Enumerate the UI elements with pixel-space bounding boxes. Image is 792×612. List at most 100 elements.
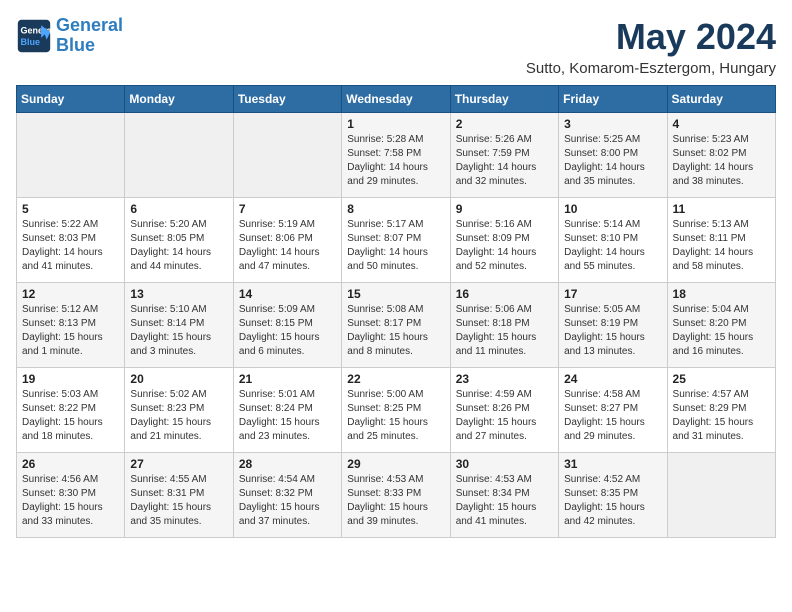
day-info: Sunrise: 4:53 AMSunset: 8:34 PMDaylight:… bbox=[456, 473, 553, 529]
calendar-week-row: 19 Sunrise: 5:03 AMSunset: 8:22 PMDayligh… bbox=[17, 368, 776, 453]
calendar-cell: 22 Sunrise: 5:00 AMSunset: 8:25 PMDayligh… bbox=[342, 368, 450, 453]
day-info: Sunrise: 5:22 AMSunset: 8:03 PMDaylight:… bbox=[22, 218, 119, 274]
day-number: 11 bbox=[673, 202, 770, 216]
title-block: May 2024 Sutto, Komarom-Esztergom, Hunga… bbox=[526, 16, 776, 77]
day-info: Sunrise: 5:14 AMSunset: 8:10 PMDaylight:… bbox=[564, 218, 661, 274]
calendar-week-row: 5 Sunrise: 5:22 AMSunset: 8:03 PMDaylight… bbox=[17, 198, 776, 283]
calendar-cell: 8 Sunrise: 5:17 AMSunset: 8:07 PMDaylight… bbox=[342, 198, 450, 283]
day-info: Sunrise: 5:00 AMSunset: 8:25 PMDaylight:… bbox=[347, 388, 444, 444]
logo: General Blue General Blue bbox=[16, 16, 123, 56]
day-number: 12 bbox=[22, 287, 119, 301]
day-info: Sunrise: 5:28 AMSunset: 7:58 PMDaylight:… bbox=[347, 133, 444, 189]
calendar-cell: 24 Sunrise: 4:58 AMSunset: 8:27 PMDayligh… bbox=[559, 368, 667, 453]
day-number: 6 bbox=[130, 202, 227, 216]
day-number: 9 bbox=[456, 202, 553, 216]
calendar-table: SundayMondayTuesdayWednesdayThursdayFrid… bbox=[16, 85, 776, 538]
day-number: 19 bbox=[22, 372, 119, 386]
day-number: 23 bbox=[456, 372, 553, 386]
calendar-cell bbox=[233, 113, 341, 198]
day-number: 29 bbox=[347, 457, 444, 471]
day-number: 25 bbox=[673, 372, 770, 386]
calendar-cell: 30 Sunrise: 4:53 AMSunset: 8:34 PMDayligh… bbox=[450, 453, 558, 538]
calendar-cell: 14Sunrise: 5:09 AMSunset: 8:15 PMDayligh… bbox=[233, 283, 341, 368]
day-number: 13 bbox=[130, 287, 227, 301]
weekday-header: Thursday bbox=[450, 86, 558, 113]
day-info: Sunrise: 5:19 AMSunset: 8:06 PMDaylight:… bbox=[239, 218, 336, 274]
day-info: Sunrise: 4:52 AMSunset: 8:35 PMDaylight:… bbox=[564, 473, 661, 529]
day-info: Sunrise: 5:03 AMSunset: 8:22 PMDaylight:… bbox=[22, 388, 119, 444]
day-number: 4 bbox=[673, 117, 770, 131]
day-info: Sunrise: 5:06 AMSunset: 8:18 PMDaylight:… bbox=[456, 303, 553, 359]
calendar-cell: 21 Sunrise: 5:01 AMSunset: 8:24 PMDayligh… bbox=[233, 368, 341, 453]
day-info: Sunrise: 5:02 AMSunset: 8:23 PMDaylight:… bbox=[130, 388, 227, 444]
day-number: 18 bbox=[673, 287, 770, 301]
calendar-cell: 18 Sunrise: 5:04 AMSunset: 8:20 PMDayligh… bbox=[667, 283, 775, 368]
calendar-week-row: 1 Sunrise: 5:28 AMSunset: 7:58 PMDaylight… bbox=[17, 113, 776, 198]
day-info: Sunrise: 5:01 AMSunset: 8:24 PMDaylight:… bbox=[239, 388, 336, 444]
day-info: Sunrise: 4:53 AMSunset: 8:33 PMDaylight:… bbox=[347, 473, 444, 529]
day-number: 27 bbox=[130, 457, 227, 471]
svg-text:Blue: Blue bbox=[21, 37, 41, 47]
calendar-cell: 3 Sunrise: 5:25 AMSunset: 8:00 PMDaylight… bbox=[559, 113, 667, 198]
day-info: Sunrise: 5:20 AMSunset: 8:05 PMDaylight:… bbox=[130, 218, 227, 274]
day-number: 22 bbox=[347, 372, 444, 386]
day-number: 21 bbox=[239, 372, 336, 386]
day-number: 14 bbox=[239, 287, 336, 301]
weekday-header: Sunday bbox=[17, 86, 125, 113]
calendar-cell: 28 Sunrise: 4:54 AMSunset: 8:32 PMDayligh… bbox=[233, 453, 341, 538]
day-info: Sunrise: 5:12 AMSunset: 8:13 PMDaylight:… bbox=[22, 303, 119, 359]
day-number: 2 bbox=[456, 117, 553, 131]
weekday-header: Tuesday bbox=[233, 86, 341, 113]
calendar-cell: 16 Sunrise: 5:06 AMSunset: 8:18 PMDayligh… bbox=[450, 283, 558, 368]
day-number: 30 bbox=[456, 457, 553, 471]
calendar-cell bbox=[125, 113, 233, 198]
calendar-week-row: 26 Sunrise: 4:56 AMSunset: 8:30 PMDayligh… bbox=[17, 453, 776, 538]
calendar-cell: 23 Sunrise: 4:59 AMSunset: 8:26 PMDayligh… bbox=[450, 368, 558, 453]
calendar-cell: 27 Sunrise: 4:55 AMSunset: 8:31 PMDayligh… bbox=[125, 453, 233, 538]
calendar-cell: 6 Sunrise: 5:20 AMSunset: 8:05 PMDaylight… bbox=[125, 198, 233, 283]
calendar-cell: 12 Sunrise: 5:12 AMSunset: 8:13 PMDayligh… bbox=[17, 283, 125, 368]
calendar-cell bbox=[667, 453, 775, 538]
calendar-cell: 4Sunrise: 5:23 AMSunset: 8:02 PMDaylight… bbox=[667, 113, 775, 198]
day-number: 24 bbox=[564, 372, 661, 386]
calendar-cell: 9Sunrise: 5:16 AMSunset: 8:09 PMDaylight… bbox=[450, 198, 558, 283]
day-number: 26 bbox=[22, 457, 119, 471]
header-row: SundayMondayTuesdayWednesdayThursdayFrid… bbox=[17, 86, 776, 113]
calendar-cell: 10 Sunrise: 5:14 AMSunset: 8:10 PMDayligh… bbox=[559, 198, 667, 283]
calendar-cell: 15Sunrise: 5:08 AMSunset: 8:17 PMDayligh… bbox=[342, 283, 450, 368]
day-number: 3 bbox=[564, 117, 661, 131]
day-number: 8 bbox=[347, 202, 444, 216]
logo-text: General Blue bbox=[56, 16, 123, 56]
calendar-cell: 7 Sunrise: 5:19 AMSunset: 8:06 PMDaylight… bbox=[233, 198, 341, 283]
calendar-cell: 26 Sunrise: 4:56 AMSunset: 8:30 PMDayligh… bbox=[17, 453, 125, 538]
weekday-header: Friday bbox=[559, 86, 667, 113]
day-number: 10 bbox=[564, 202, 661, 216]
calendar-title: May 2024 bbox=[526, 16, 776, 58]
weekday-header: Monday bbox=[125, 86, 233, 113]
calendar-cell: 1 Sunrise: 5:28 AMSunset: 7:58 PMDaylight… bbox=[342, 113, 450, 198]
day-info: Sunrise: 5:25 AMSunset: 8:00 PMDaylight:… bbox=[564, 133, 661, 189]
calendar-cell: 29 Sunrise: 4:53 AMSunset: 8:33 PMDayligh… bbox=[342, 453, 450, 538]
day-info: Sunrise: 5:17 AMSunset: 8:07 PMDaylight:… bbox=[347, 218, 444, 274]
day-number: 17 bbox=[564, 287, 661, 301]
day-info: Sunrise: 4:59 AMSunset: 8:26 PMDaylight:… bbox=[456, 388, 553, 444]
day-number: 7 bbox=[239, 202, 336, 216]
logo-icon: General Blue bbox=[16, 18, 52, 54]
day-info: Sunrise: 5:10 AMSunset: 8:14 PMDaylight:… bbox=[130, 303, 227, 359]
day-info: Sunrise: 4:58 AMSunset: 8:27 PMDaylight:… bbox=[564, 388, 661, 444]
day-info: Sunrise: 5:04 AMSunset: 8:20 PMDaylight:… bbox=[673, 303, 770, 359]
day-info: Sunrise: 4:55 AMSunset: 8:31 PMDaylight:… bbox=[130, 473, 227, 529]
day-info: Sunrise: 5:13 AMSunset: 8:11 PMDaylight:… bbox=[673, 218, 770, 274]
day-info: Sunrise: 5:26 AMSunset: 7:59 PMDaylight:… bbox=[456, 133, 553, 189]
calendar-cell: 2 Sunrise: 5:26 AMSunset: 7:59 PMDaylight… bbox=[450, 113, 558, 198]
day-number: 5 bbox=[22, 202, 119, 216]
day-number: 1 bbox=[347, 117, 444, 131]
day-info: Sunrise: 4:54 AMSunset: 8:32 PMDaylight:… bbox=[239, 473, 336, 529]
weekday-header: Saturday bbox=[667, 86, 775, 113]
weekday-header: Wednesday bbox=[342, 86, 450, 113]
calendar-cell: 17Sunrise: 5:05 AMSunset: 8:19 PMDayligh… bbox=[559, 283, 667, 368]
day-number: 28 bbox=[239, 457, 336, 471]
day-number: 15 bbox=[347, 287, 444, 301]
day-number: 16 bbox=[456, 287, 553, 301]
day-info: Sunrise: 4:56 AMSunset: 8:30 PMDaylight:… bbox=[22, 473, 119, 529]
